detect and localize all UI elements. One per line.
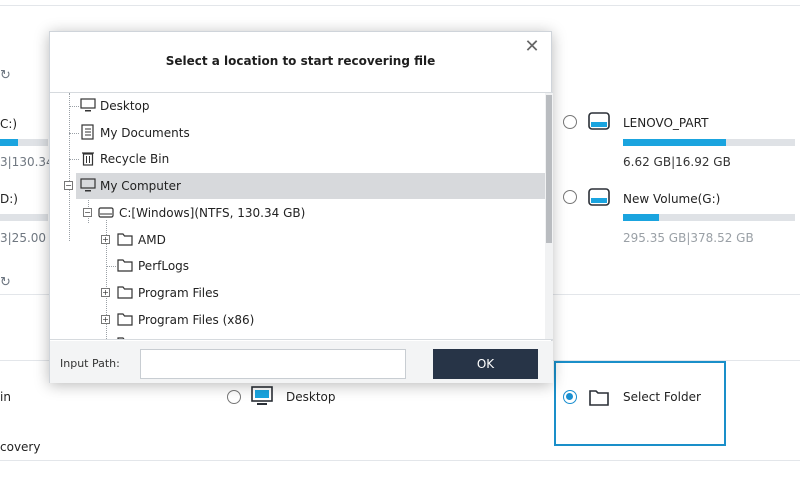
dialog-title: Select a location to start recovering fi… — [165, 54, 436, 68]
tree-item-amd[interactable]: + AMD — [50, 227, 545, 253]
tree-item-recycle-bin[interactable]: Recycle Bin — [50, 146, 545, 172]
drive-name-g: New Volume(G:) — [623, 192, 721, 206]
left-drive-usage-bar-2 — [0, 214, 48, 221]
select-location-dialog: Select a location to start recovering fi… — [49, 31, 553, 383]
drive-icon — [98, 207, 114, 218]
top-divider — [0, 5, 800, 6]
tree-item-label: My Computer — [100, 179, 181, 193]
expand-icon[interactable]: + — [101, 315, 110, 324]
tree-scrollbar[interactable] — [545, 93, 553, 339]
documents-icon — [81, 124, 94, 140]
bottom-divider — [0, 460, 800, 461]
refresh-icon[interactable]: ↻ — [0, 68, 11, 83]
collapse-icon[interactable]: − — [83, 208, 92, 217]
drive-usage-g: 295.35 GB|378.52 GB — [623, 231, 754, 245]
left-drive-usage-bar — [0, 139, 48, 146]
tree-item-label: PerfLogs — [138, 259, 190, 273]
trash-icon — [82, 152, 94, 166]
tree-item-desktop[interactable]: Desktop — [50, 93, 545, 119]
desktop-radio[interactable] — [227, 390, 241, 404]
input-path-field[interactable] — [140, 349, 406, 379]
drive-usage-bar-lenovo — [623, 139, 795, 146]
tree-item-label: Desktop — [100, 99, 150, 113]
left-drive-usage: 3|130.34 — [0, 155, 54, 169]
drive-usage-lenovo: 6.62 GB|16.92 GB — [623, 155, 731, 169]
select-folder-radio[interactable] — [563, 390, 577, 404]
drive-radio-lenovo[interactable] — [563, 115, 577, 129]
tree-item-my-documents[interactable]: My Documents — [50, 120, 545, 146]
computer-icon — [80, 178, 96, 192]
tree-item-label: Recycle Bin — [100, 152, 170, 166]
tree-item-label: AMD — [138, 233, 166, 247]
partial-left-label-2: covery — [0, 440, 41, 454]
folder-icon — [117, 286, 133, 299]
folder-tree[interactable]: Desktop My Documents Recycle Bin − My Co… — [50, 92, 553, 340]
close-icon[interactable]: ✕ — [521, 36, 543, 58]
left-drive-name: C:) — [0, 117, 18, 131]
drive-radio-g[interactable] — [563, 190, 577, 204]
collapse-icon[interactable]: − — [64, 181, 73, 190]
tree-item-program-files-x86[interactable]: + Program Files (x86) — [50, 307, 545, 333]
monitor-icon — [80, 98, 96, 112]
folder-icon — [117, 337, 125, 339]
folder-icon — [117, 259, 133, 272]
drive-icon — [588, 188, 610, 206]
folder-icon — [117, 233, 133, 246]
partial-left-label: in — [0, 390, 11, 404]
scrollbar-thumb[interactable] — [546, 95, 552, 243]
folder-icon — [117, 313, 133, 326]
input-path-label: Input Path: — [60, 357, 120, 370]
dialog-footer: Input Path: OK — [50, 341, 553, 383]
expand-icon[interactable]: + — [101, 235, 110, 244]
drive-usage-bar-g — [623, 214, 795, 221]
select-folder-label[interactable]: Select Folder — [623, 390, 701, 404]
tree-item-label: Program Files (x86) — [138, 313, 255, 327]
tree-item-program-files[interactable]: + Program Files — [50, 280, 545, 306]
tree-item-label: C:[Windows](NTFS, 130.34 GB) — [119, 206, 306, 220]
expand-icon[interactable]: + — [101, 288, 110, 297]
drive-icon — [588, 112, 610, 130]
tree-item-label: My Documents — [100, 126, 190, 140]
refresh-icon-2[interactable]: ↻ — [0, 275, 11, 290]
monitor-icon — [251, 386, 273, 405]
tree-item-perflogs[interactable]: PerfLogs — [50, 253, 545, 279]
tree-item-label: Program Files — [138, 286, 219, 300]
drive-name-lenovo: LENOVO_PART — [623, 116, 709, 130]
desktop-option-label[interactable]: Desktop — [286, 390, 336, 404]
left-drive-name-2: D:) — [0, 192, 18, 206]
ok-button[interactable]: OK — [433, 349, 538, 379]
folder-icon — [589, 390, 609, 406]
tree-item-c-drive[interactable]: − C:[Windows](NTFS, 130.34 GB) — [50, 200, 545, 226]
